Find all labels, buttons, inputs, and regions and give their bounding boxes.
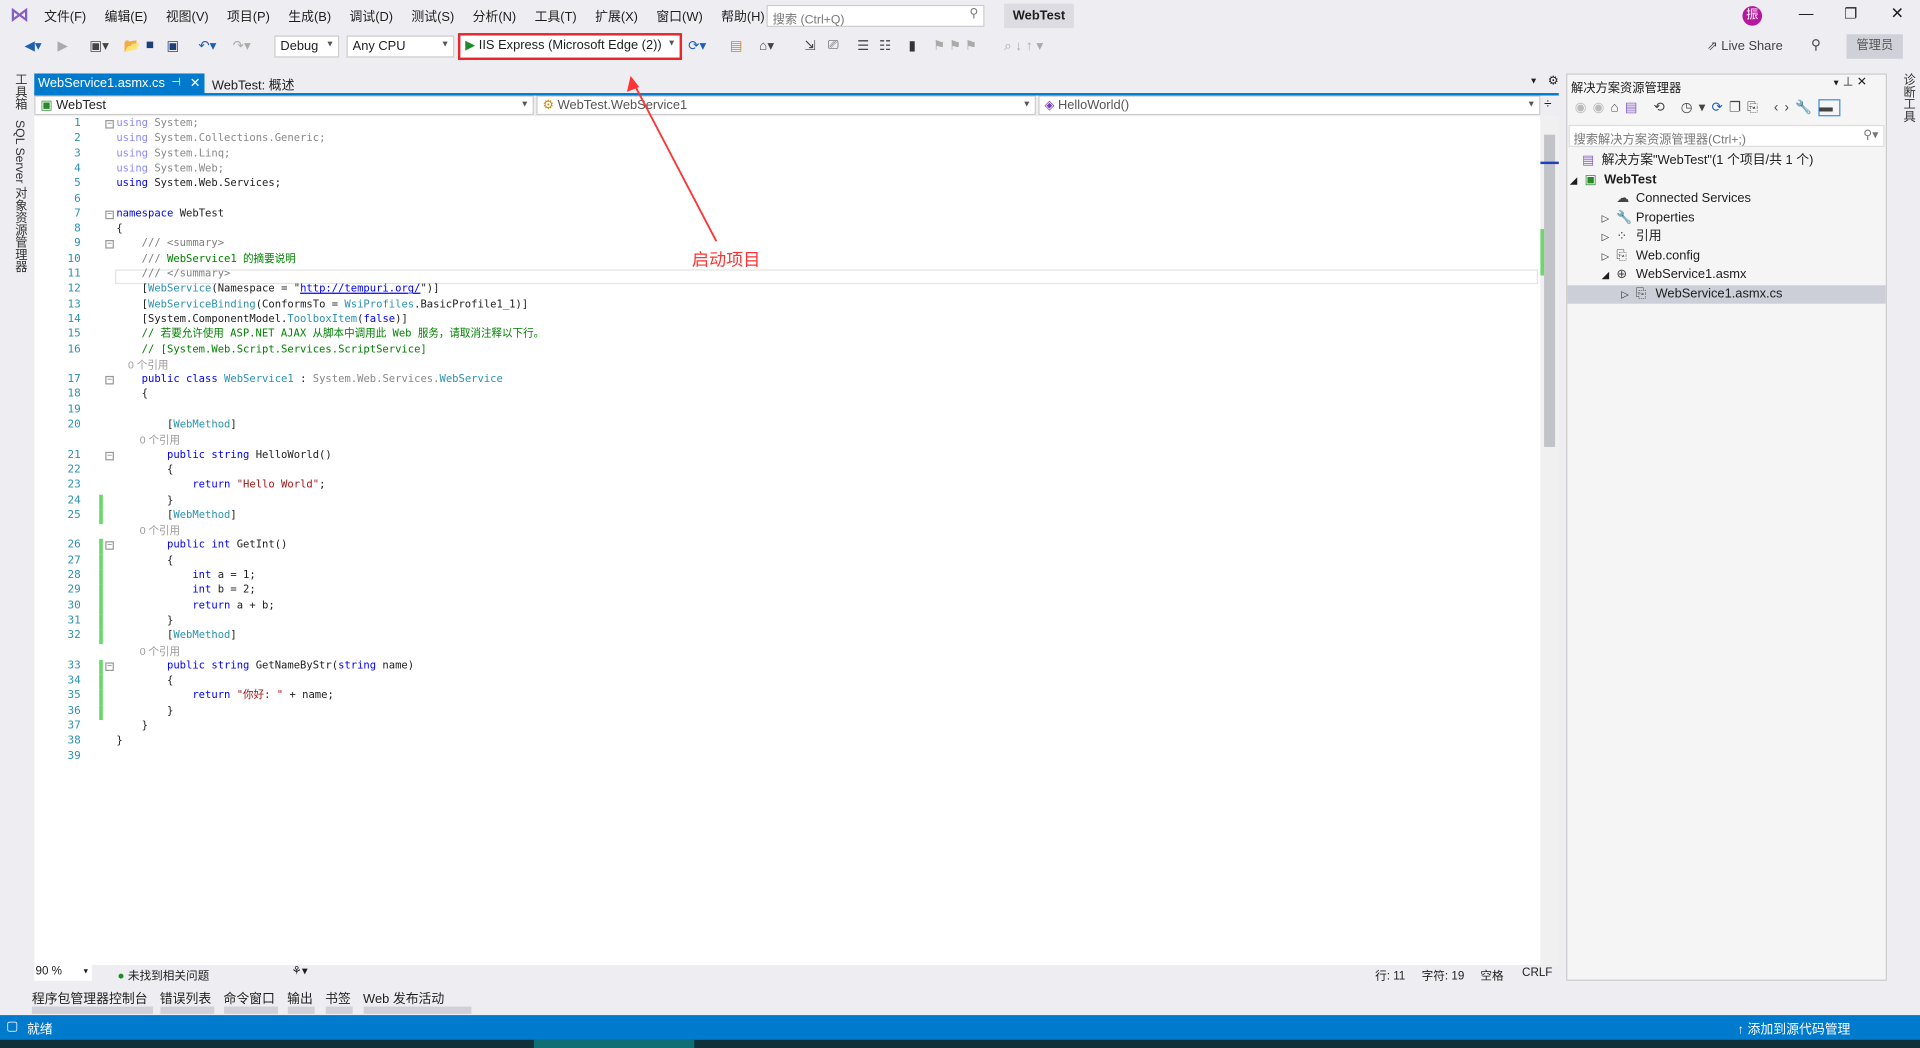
arrow-line [632,81,718,242]
annotation-arrow [626,75,718,242]
annotation-label: 启动项目 [691,249,761,270]
